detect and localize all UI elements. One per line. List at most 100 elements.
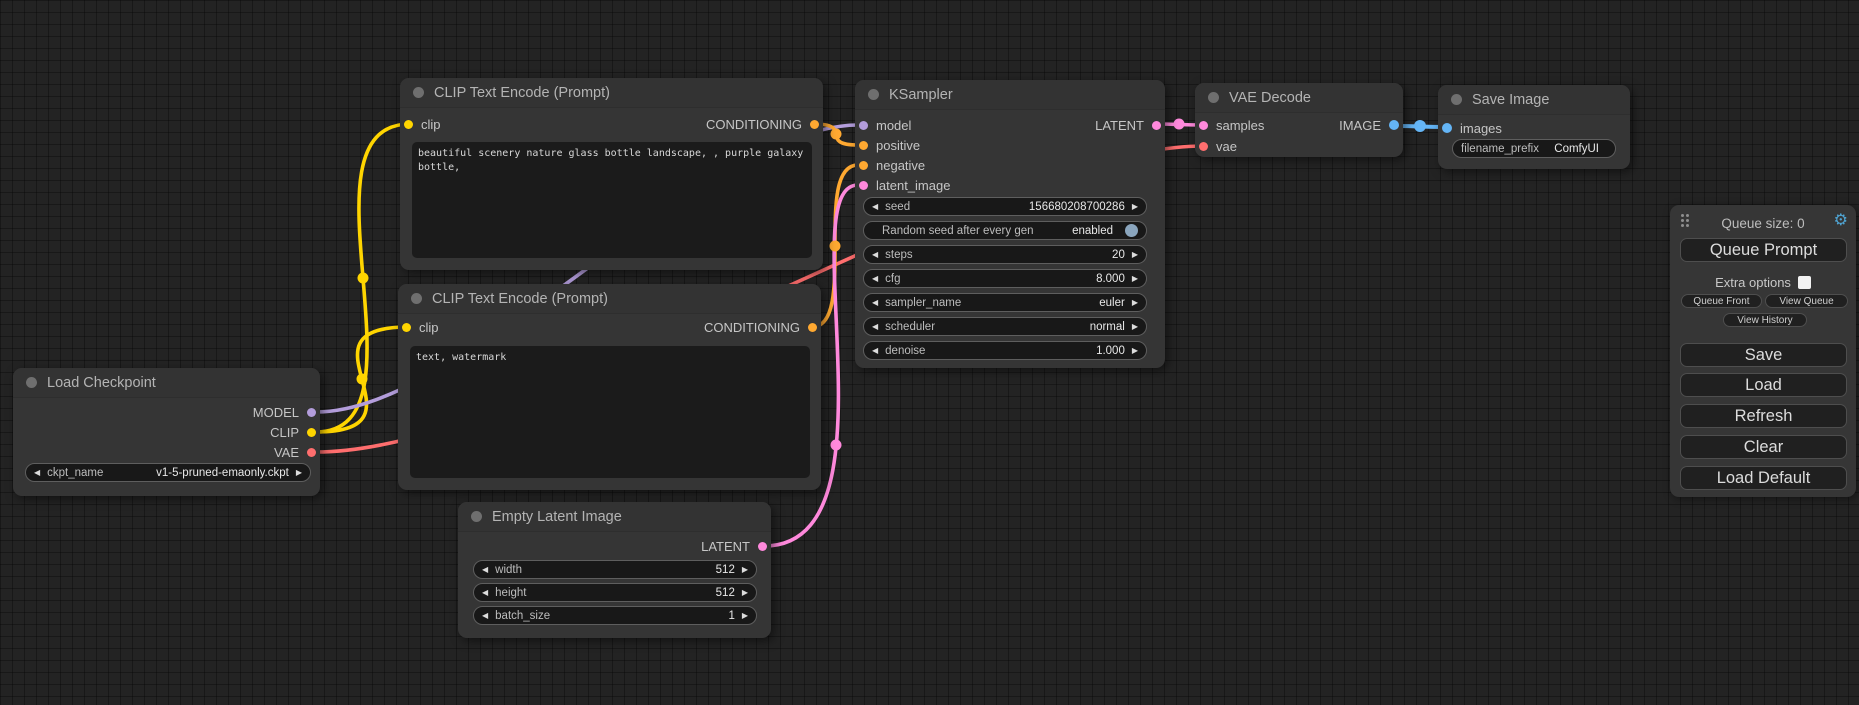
output-conditioning[interactable]: CONDITIONING	[704, 318, 817, 336]
increment-arrow-icon[interactable]: ▶	[742, 589, 748, 597]
increment-arrow-icon[interactable]: ▶	[1132, 203, 1138, 211]
node-title-bar[interactable]: VAE Decode	[1195, 83, 1403, 113]
vae-port-icon[interactable]	[307, 448, 316, 457]
input-latent-image[interactable]: latent_image	[859, 176, 950, 194]
node-collapse-dot-icon[interactable]	[1208, 92, 1219, 103]
decrement-arrow-icon[interactable]: ◀	[34, 469, 40, 477]
clip-port-icon[interactable]	[307, 428, 316, 437]
extra-options-checkbox[interactable]	[1798, 276, 1811, 289]
node-clip-text-encode-positive[interactable]: CLIP Text Encode (Prompt) clip CONDITION…	[400, 78, 823, 270]
latent-port-icon[interactable]	[859, 181, 868, 190]
denoise-widget[interactable]: ◀ denoise 1.000 ▶	[863, 341, 1147, 360]
model-port-icon[interactable]	[859, 121, 868, 130]
node-save-image[interactable]: Save Image images filename_prefix ComfyU…	[1438, 85, 1630, 169]
node-title-bar[interactable]: CLIP Text Encode (Prompt)	[400, 78, 823, 108]
clip-port-icon[interactable]	[404, 120, 413, 129]
random-seed-toggle[interactable]	[1125, 224, 1138, 237]
clip-port-icon[interactable]	[402, 323, 411, 332]
node-empty-latent-image[interactable]: Empty Latent Image LATENT ◀ width 512 ▶ …	[458, 502, 771, 638]
scheduler-widget[interactable]: ◀ scheduler normal ▶	[863, 317, 1147, 336]
model-port-icon[interactable]	[307, 408, 316, 417]
load-button[interactable]: Load	[1680, 373, 1847, 397]
node-load-checkpoint[interactable]: Load Checkpoint MODEL CLIP VAE ◀ ckpt_na…	[13, 368, 320, 496]
output-image[interactable]: IMAGE	[1339, 116, 1399, 134]
output-latent[interactable]: LATENT	[701, 537, 767, 555]
input-clip[interactable]: clip	[402, 318, 439, 336]
seed-widget[interactable]: ◀ seed 156680208700286 ▶	[863, 197, 1147, 216]
input-negative[interactable]: negative	[859, 156, 925, 174]
queue-panel[interactable]: Queue size: 0 ⚙ Queue Prompt Extra optio…	[1670, 205, 1856, 497]
conditioning-port-icon[interactable]	[808, 323, 817, 332]
random-seed-widget[interactable]: Random seed after every gen enabled	[863, 221, 1147, 240]
latent-port-icon[interactable]	[758, 542, 767, 551]
decrement-arrow-icon[interactable]: ◀	[872, 203, 878, 211]
node-clip-text-encode-negative[interactable]: CLIP Text Encode (Prompt) clip CONDITION…	[398, 284, 821, 490]
node-collapse-dot-icon[interactable]	[413, 87, 424, 98]
increment-arrow-icon[interactable]: ▶	[742, 566, 748, 574]
ckpt-name-widget[interactable]: ◀ ckpt_name v1-5-pruned-emaonly.ckpt ▶	[25, 463, 311, 482]
view-queue-button[interactable]: View Queue	[1765, 294, 1848, 308]
conditioning-port-icon[interactable]	[859, 161, 868, 170]
output-model[interactable]: MODEL	[253, 403, 316, 421]
node-vae-decode[interactable]: VAE Decode samples vae IMAGE	[1195, 83, 1403, 157]
increment-arrow-icon[interactable]: ▶	[1132, 251, 1138, 259]
input-model[interactable]: model	[859, 116, 911, 134]
conditioning-port-icon[interactable]	[810, 120, 819, 129]
latent-port-icon[interactable]	[1199, 121, 1208, 130]
increment-arrow-icon[interactable]: ▶	[742, 612, 748, 620]
node-collapse-dot-icon[interactable]	[1451, 94, 1462, 105]
sampler-name-widget[interactable]: ◀ sampler_name euler ▶	[863, 293, 1147, 312]
vae-port-icon[interactable]	[1199, 142, 1208, 151]
increment-arrow-icon[interactable]: ▶	[1132, 347, 1138, 355]
output-conditioning[interactable]: CONDITIONING	[706, 115, 819, 133]
node-ksampler[interactable]: KSampler model positive negative latent_…	[855, 80, 1165, 368]
node-collapse-dot-icon[interactable]	[26, 377, 37, 388]
output-latent[interactable]: LATENT	[1095, 116, 1161, 134]
decrement-arrow-icon[interactable]: ◀	[872, 251, 878, 259]
clear-button[interactable]: Clear	[1680, 435, 1847, 459]
width-widget[interactable]: ◀ width 512 ▶	[473, 560, 757, 579]
node-collapse-dot-icon[interactable]	[471, 511, 482, 522]
prompt-textarea[interactable]: beautiful scenery nature glass bottle la…	[412, 142, 812, 258]
node-title-bar[interactable]: Load Checkpoint	[13, 368, 320, 398]
node-title-bar[interactable]: CLIP Text Encode (Prompt)	[398, 284, 821, 314]
image-port-icon[interactable]	[1442, 123, 1452, 133]
cfg-widget[interactable]: ◀ cfg 8.000 ▶	[863, 269, 1147, 288]
input-samples[interactable]: samples	[1199, 116, 1264, 134]
prompt-textarea[interactable]: text, watermark	[410, 346, 810, 478]
decrement-arrow-icon[interactable]: ◀	[872, 323, 878, 331]
refresh-button[interactable]: Refresh	[1680, 404, 1847, 428]
view-history-button[interactable]: View History	[1723, 313, 1807, 327]
batch-size-widget[interactable]: ◀ batch_size 1 ▶	[473, 606, 757, 625]
queue-prompt-button[interactable]: Queue Prompt	[1680, 238, 1847, 262]
output-clip[interactable]: CLIP	[270, 423, 316, 441]
increment-arrow-icon[interactable]: ▶	[1132, 323, 1138, 331]
input-positive[interactable]: positive	[859, 136, 920, 154]
node-title-bar[interactable]: Empty Latent Image	[458, 502, 771, 532]
decrement-arrow-icon[interactable]: ◀	[872, 299, 878, 307]
node-title-bar[interactable]: KSampler	[855, 80, 1165, 110]
image-port-icon[interactable]	[1389, 120, 1399, 130]
input-images[interactable]: images	[1442, 119, 1502, 137]
decrement-arrow-icon[interactable]: ◀	[872, 347, 878, 355]
node-collapse-dot-icon[interactable]	[411, 293, 422, 304]
queue-front-button[interactable]: Queue Front	[1681, 294, 1762, 308]
settings-gear-icon[interactable]: ⚙	[1834, 212, 1848, 228]
node-title-bar[interactable]: Save Image	[1438, 85, 1630, 115]
comfyui-canvas[interactable]: { "icons": { "left_arrow": "◀", "right_a…	[0, 0, 1859, 705]
input-clip[interactable]: clip	[404, 115, 441, 133]
decrement-arrow-icon[interactable]: ◀	[482, 566, 488, 574]
output-vae[interactable]: VAE	[274, 443, 316, 461]
conditioning-port-icon[interactable]	[859, 141, 868, 150]
input-vae[interactable]: vae	[1199, 137, 1237, 155]
decrement-arrow-icon[interactable]: ◀	[482, 612, 488, 620]
increment-arrow-icon[interactable]: ▶	[1132, 299, 1138, 307]
save-button[interactable]: Save	[1680, 343, 1847, 367]
load-default-button[interactable]: Load Default	[1680, 466, 1847, 490]
decrement-arrow-icon[interactable]: ◀	[872, 275, 878, 283]
latent-port-icon[interactable]	[1152, 121, 1161, 130]
filename-prefix-widget[interactable]: filename_prefix ComfyUI	[1452, 139, 1616, 158]
node-collapse-dot-icon[interactable]	[868, 89, 879, 100]
steps-widget[interactable]: ◀ steps 20 ▶	[863, 245, 1147, 264]
decrement-arrow-icon[interactable]: ◀	[482, 589, 488, 597]
